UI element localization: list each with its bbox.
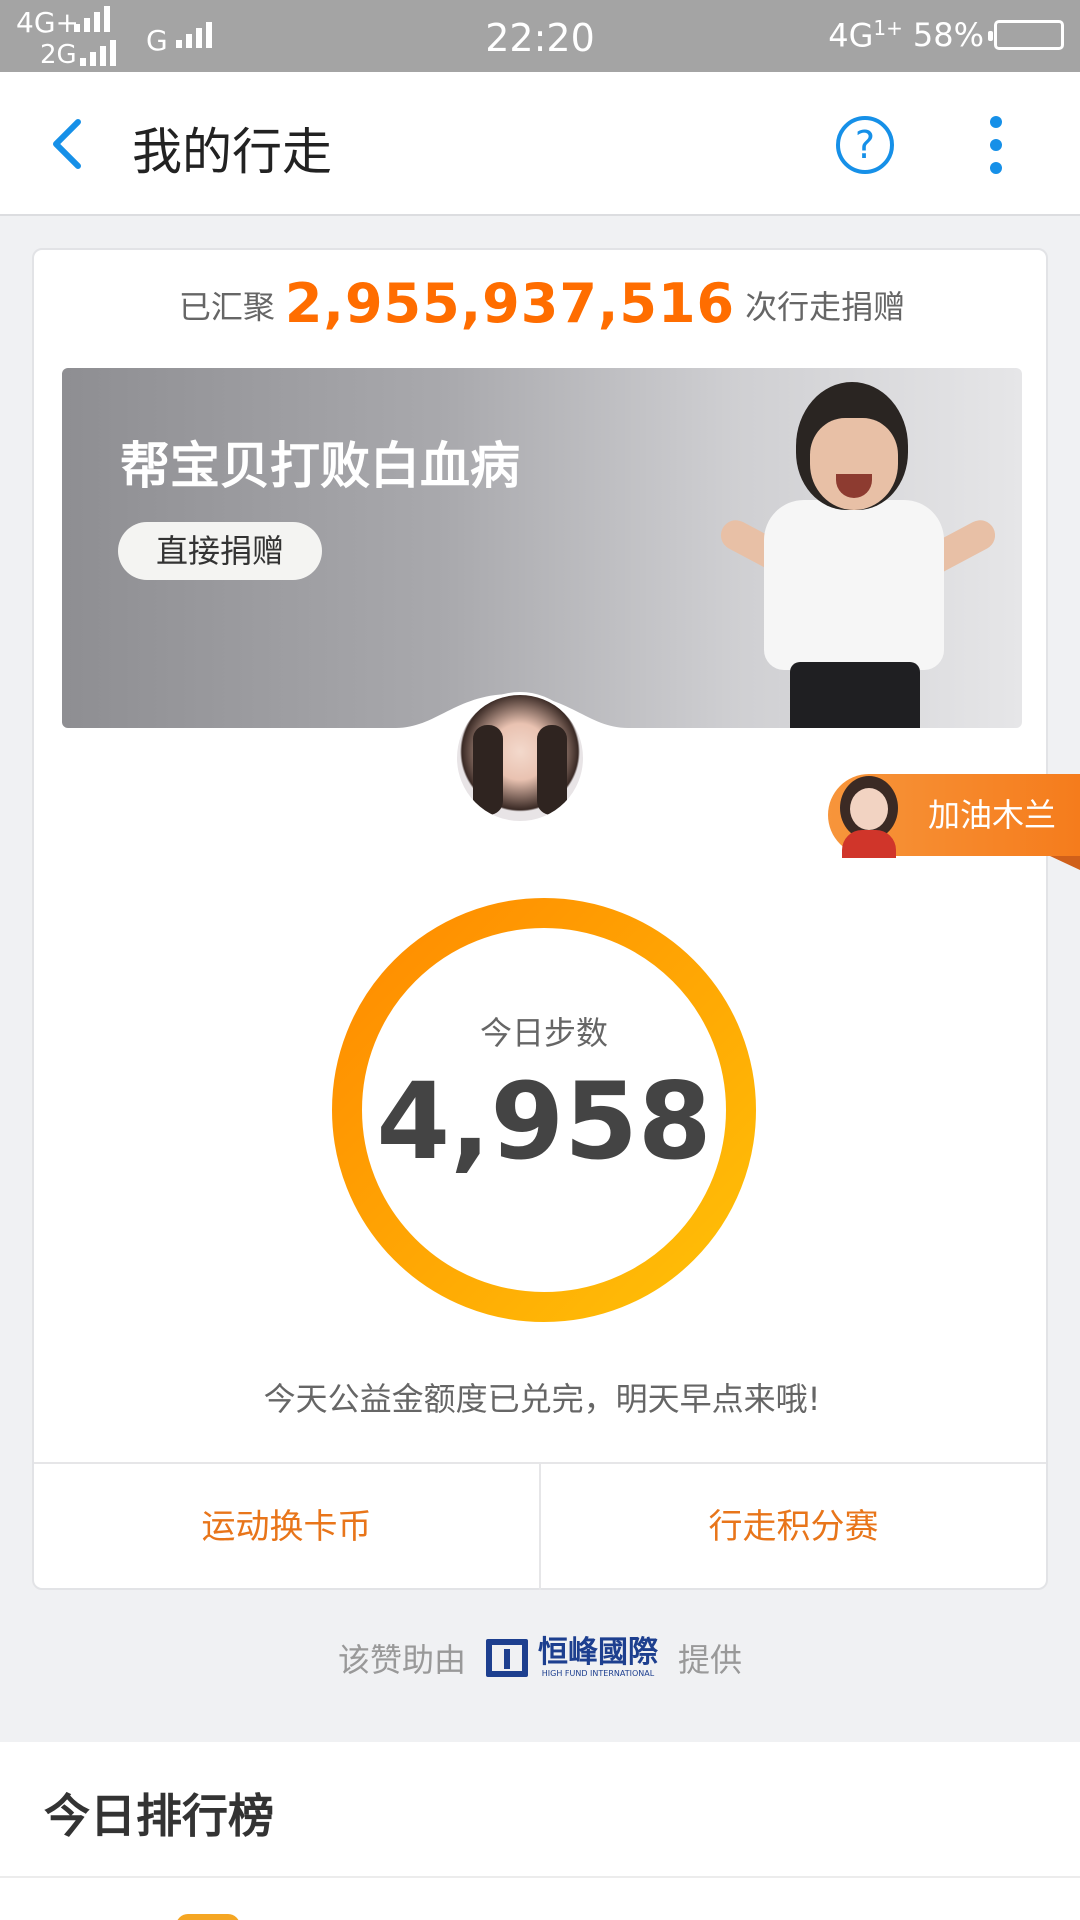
exchange-coins-button[interactable]: 运动换卡币	[34, 1464, 539, 1590]
steps-label: 今日步数	[479, 1014, 608, 1052]
charity-banner[interactable]: 帮宝贝打败白血病 直接捐赠	[62, 368, 1022, 728]
mulan-avatar-icon	[830, 772, 908, 858]
sponsor-logo-cn: 恒峰國際	[538, 1635, 658, 1670]
sponsor-line: 该赞助由 恒峰國際 HIGH FUND INTERNATIONAL 提供	[0, 1628, 1080, 1688]
sponsor-logo-icon	[486, 1639, 528, 1677]
donate-button[interactable]: 直接捐赠	[118, 522, 322, 580]
status-bar: 4G+ 2G G 22:20 4G1+ 58%	[0, 0, 1080, 72]
summary-prefix: 已汇聚	[178, 288, 275, 326]
banner-title: 帮宝贝打败白血病	[120, 437, 520, 495]
page-title: 我的行走	[132, 123, 332, 181]
summary-suffix: 次行走捐赠	[745, 288, 906, 326]
action-bar: 运动换卡币 行走积分赛	[34, 1462, 1046, 1590]
donation-summary: 已汇聚 2,955,937,516 次行走捐赠	[34, 272, 1050, 335]
banner-child-image	[715, 382, 1001, 728]
total-donations: 2,955,937,516	[284, 272, 736, 335]
promo-tag-label: 加油木兰	[927, 796, 1056, 834]
nav-bar: 我的行走 ?	[0, 72, 1080, 216]
user-avatar[interactable]	[454, 692, 586, 824]
ranking-title: 今日排行榜	[44, 1789, 274, 1843]
sponsor-logo: 恒峰國際 HIGH FUND INTERNATIONAL	[486, 1637, 658, 1679]
more-options-icon[interactable]	[988, 116, 1004, 174]
network-indicator-right: 4G1+	[828, 16, 903, 55]
back-arrow-icon[interactable]	[44, 118, 94, 170]
sponsor-prefix: 该赞助由	[337, 1641, 466, 1679]
walking-card: 已汇聚 2,955,937,516 次行走捐赠 帮宝贝打败白血病 直接捐赠 今日步数…	[32, 248, 1048, 1590]
status-message: 今天公益金额度已兑完，明天早点来哦!	[263, 1380, 821, 1418]
walking-contest-button[interactable]: 行走积分赛	[539, 1464, 1046, 1590]
help-icon[interactable]: ?	[836, 116, 894, 174]
status-right: 4G1+ 58%	[828, 16, 1064, 55]
sponsor-logo-en: HIGH FUND INTERNATIONAL	[541, 1669, 655, 1678]
sponsor-suffix: 提供	[678, 1641, 743, 1679]
battery-percent: 58%	[912, 16, 984, 55]
battery-icon	[988, 20, 1064, 51]
ranking-section: 今日排行榜	[0, 1742, 1080, 1920]
floating-promo-tag[interactable]: 加油木兰	[828, 772, 1080, 870]
divider	[0, 1876, 1080, 1878]
steps-value: 4,958	[376, 1060, 712, 1183]
rank-avatar-peek	[176, 1914, 240, 1920]
